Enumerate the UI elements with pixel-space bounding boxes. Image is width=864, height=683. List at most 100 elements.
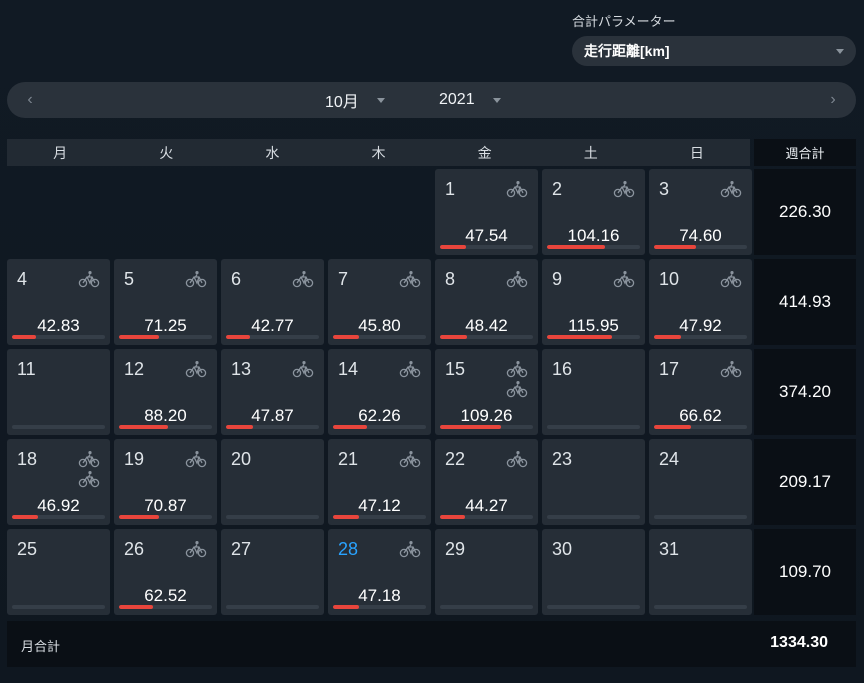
day-number: 28 (338, 539, 359, 559)
day-number: 31 (659, 539, 680, 559)
day-number: 17 (659, 359, 680, 379)
day-distance-value: 47.54 (465, 226, 508, 245)
distance-bar-track (333, 605, 426, 609)
distance-bar-track (226, 425, 319, 429)
day-cell[interactable]: 13 47.87 (221, 349, 324, 435)
day-cell[interactable]: 18 46.92 (7, 439, 110, 525)
bicycle-rider-icon (399, 360, 421, 378)
bicycle-rider-icon (720, 270, 742, 288)
empty-day-cell (328, 169, 431, 255)
distance-bar-track (440, 605, 533, 609)
weekday-label: 金 (477, 144, 492, 161)
day-cell[interactable]: 26 62.52 (114, 529, 217, 615)
day-cell[interactable]: 19 70.87 (114, 439, 217, 525)
distance-bar-fill (547, 335, 613, 339)
day-number: 6 (231, 269, 242, 289)
day-number: 20 (231, 449, 252, 469)
day-cell[interactable]: 12 88.20 (114, 349, 217, 435)
distance-bar-track (119, 515, 212, 519)
day-number: 3 (659, 179, 670, 199)
bicycle-rider-icon (78, 270, 100, 288)
distance-bar-track (547, 335, 640, 339)
day-cell[interactable]: 23 (542, 439, 645, 525)
bicycle-rider-icon (720, 360, 742, 378)
prev-month-button[interactable]: ‹ (15, 82, 45, 118)
day-cell[interactable]: 9 115.95 (542, 259, 645, 345)
day-cell[interactable]: 28 47.18 (328, 529, 431, 615)
bicycle-rider-icon (506, 450, 528, 468)
bicycle-rider-icon (399, 540, 421, 558)
bicycle-rider-icon (185, 540, 207, 558)
bicycle-rider-icon (720, 180, 742, 198)
distance-bar-track (333, 515, 426, 519)
weekday-label: 土 (583, 144, 598, 161)
day-distance-value: 47.87 (251, 406, 294, 425)
distance-bar-track (547, 245, 640, 249)
day-cell[interactable]: 31 (649, 529, 752, 615)
week-total-header: 週合計 (754, 139, 856, 166)
day-cell[interactable]: 20 (221, 439, 324, 525)
day-cell[interactable]: 4 42.83 (7, 259, 110, 345)
day-cell[interactable]: 30 (542, 529, 645, 615)
month-select[interactable]: 10月 (325, 82, 385, 118)
bicycle-rider-icon (185, 450, 207, 468)
distance-bar-fill (119, 335, 159, 339)
distance-bar-track (12, 605, 105, 609)
distance-bar-track (12, 335, 105, 339)
day-cell[interactable]: 24 (649, 439, 752, 525)
distance-bar-fill (119, 425, 169, 429)
day-cell[interactable]: 25 (7, 529, 110, 615)
distance-bar-track (654, 425, 747, 429)
distance-bar-fill (440, 245, 467, 249)
distance-bar-track (654, 515, 747, 519)
day-cell[interactable]: 27 (221, 529, 324, 615)
distance-bar-track (333, 425, 426, 429)
parameter-select-value: 走行距離[km] (584, 43, 670, 59)
week-total: 209.17 (754, 439, 856, 525)
day-cell[interactable]: 3 74.60 (649, 169, 752, 255)
day-cell[interactable]: 2 104.16 (542, 169, 645, 255)
day-cell[interactable]: 1 47.54 (435, 169, 538, 255)
day-cell[interactable]: 21 47.12 (328, 439, 431, 525)
day-number: 30 (552, 539, 573, 559)
bicycle-rider-icon (399, 450, 421, 468)
day-number: 25 (17, 539, 38, 559)
weekday-label: 月 (53, 144, 68, 161)
bicycle-rider-icon (506, 270, 528, 288)
day-cell[interactable]: 15 109.26 (435, 349, 538, 435)
day-distance-value: 44.27 (465, 496, 508, 515)
day-distance-value: 47.12 (358, 496, 401, 515)
year-select[interactable]: 2021 (439, 82, 501, 118)
distance-bar-track (226, 335, 319, 339)
year-select-value: 2021 (439, 91, 475, 108)
week-totals-column: 226.30 414.93 374.20 209.17 109.70 (754, 169, 856, 615)
bicycle-rider-icon (613, 270, 635, 288)
distance-bar-track (440, 425, 533, 429)
bicycle-rider-icon (506, 180, 528, 198)
day-cell[interactable]: 6 42.77 (221, 259, 324, 345)
day-cell[interactable]: 17 66.62 (649, 349, 752, 435)
distance-bar-fill (654, 425, 692, 429)
next-month-button[interactable]: › (818, 82, 848, 118)
day-cell[interactable]: 5 71.25 (114, 259, 217, 345)
day-cell[interactable]: 7 45.80 (328, 259, 431, 345)
bicycle-rider-icon (506, 380, 528, 398)
day-cell[interactable]: 16 (542, 349, 645, 435)
day-number: 12 (124, 359, 145, 379)
month-total-label: 月合計 (21, 639, 61, 654)
distance-bar-fill (333, 425, 368, 429)
week-total: 414.93 (754, 259, 856, 345)
distance-bar-fill (12, 335, 37, 339)
day-cell[interactable]: 10 47.92 (649, 259, 752, 345)
distance-bar-fill (226, 335, 251, 339)
day-cell[interactable]: 14 62.26 (328, 349, 431, 435)
day-cell[interactable]: 22 44.27 (435, 439, 538, 525)
distance-bar-fill (226, 425, 253, 429)
parameter-select[interactable]: 走行距離[km] (572, 36, 856, 66)
day-cell[interactable]: 8 48.42 (435, 259, 538, 345)
day-cell[interactable]: 11 (7, 349, 110, 435)
day-distance-value: 104.16 (567, 226, 620, 245)
day-distance-value: 45.80 (358, 316, 401, 335)
day-cell[interactable]: 29 (435, 529, 538, 615)
distance-bar-track (119, 425, 212, 429)
